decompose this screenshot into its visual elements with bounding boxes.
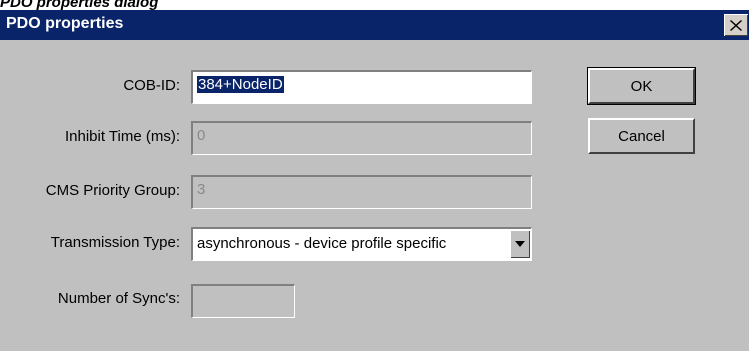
cms-priority-input: 3	[191, 175, 532, 209]
transmission-type-select[interactable]: asynchronous - device profile specific	[191, 227, 532, 261]
cancel-button[interactable]: Cancel	[588, 118, 695, 154]
inhibit-time-label: Inhibit Time (ms):	[64, 128, 180, 145]
inhibit-time-input: 0	[191, 121, 532, 155]
cms-priority-value: 3	[197, 181, 206, 198]
transmission-type-label: Transmission Type:	[50, 234, 180, 251]
close-icon	[730, 19, 742, 31]
number-of-syncs-label: Number of Sync's:	[57, 290, 180, 307]
chevron-down-icon	[515, 241, 525, 247]
pdo-properties-dialog: PDO properties COB-ID: 384+NodeID Inhibi…	[0, 10, 749, 351]
number-of-syncs-input	[191, 284, 295, 318]
transmission-type-value: asynchronous - device profile specific	[197, 235, 447, 252]
cms-priority-label: CMS Priority Group:	[45, 182, 180, 199]
close-button[interactable]	[724, 14, 748, 36]
cob-id-value: 384+NodeID	[197, 76, 284, 93]
cob-id-input[interactable]: 384+NodeID	[191, 70, 532, 104]
inhibit-time-value: 0	[197, 127, 206, 144]
dialog-title: PDO properties	[6, 15, 124, 32]
title-bar[interactable]: PDO properties	[0, 10, 749, 40]
ok-button[interactable]: OK	[587, 67, 696, 105]
cob-id-label: COB-ID:	[123, 77, 180, 94]
transmission-type-dropdown-button[interactable]	[510, 230, 530, 258]
